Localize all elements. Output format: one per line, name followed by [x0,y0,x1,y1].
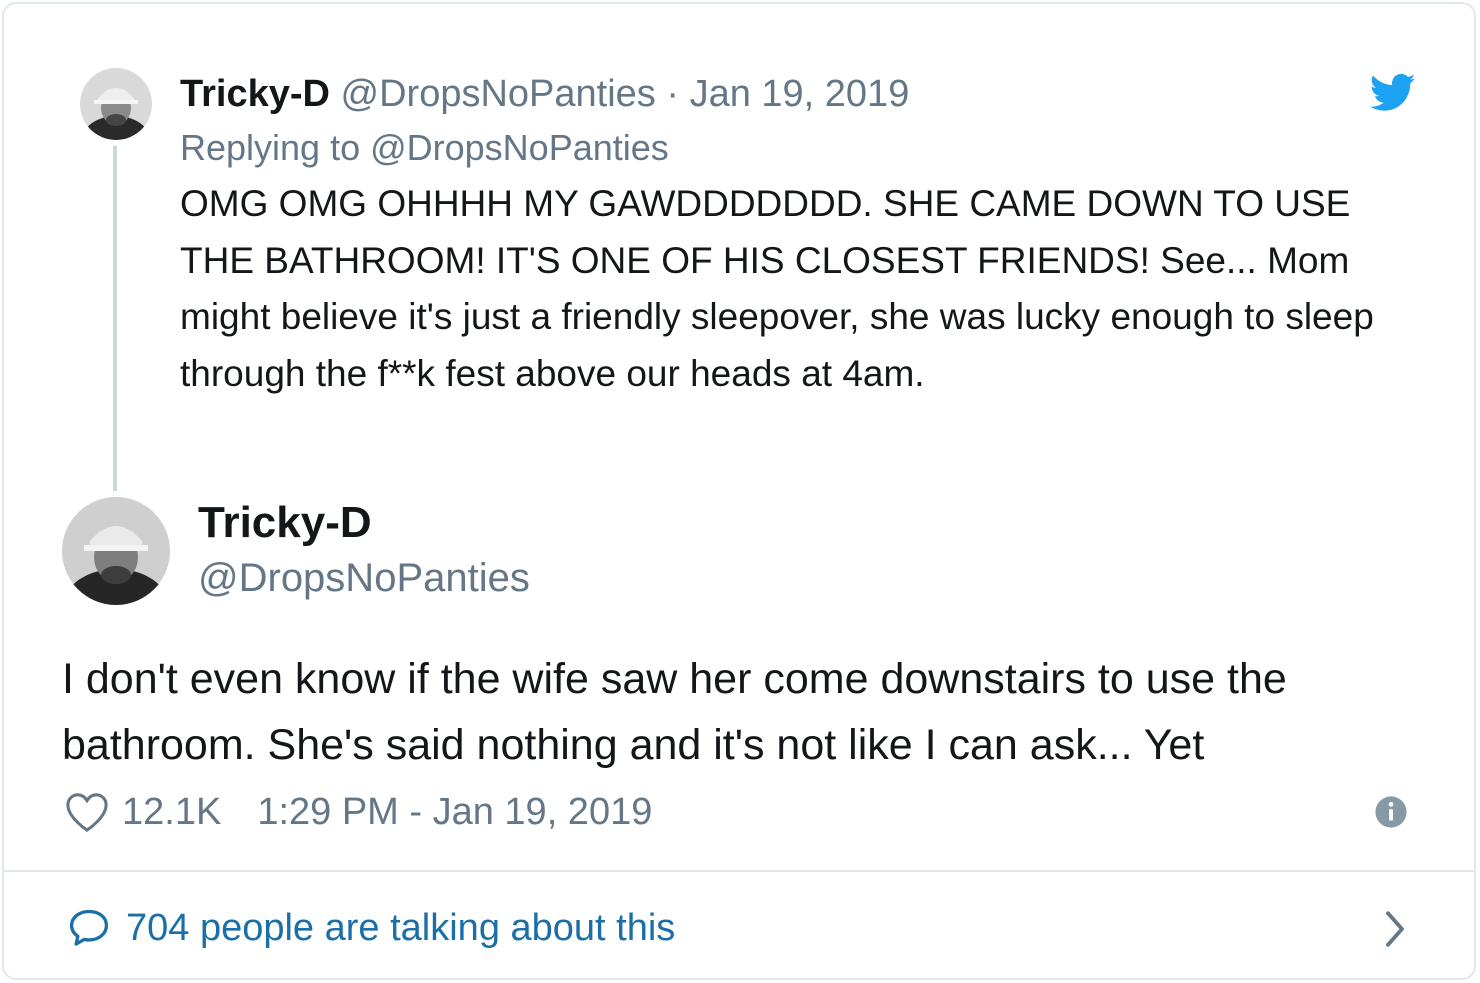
parent-tweet-header: Tricky-D @DropsNoPanties · Jan 19, 2019 [180,72,909,116]
replying-to-line: Replying to @DropsNoPanties [180,126,669,170]
parent-avatar[interactable] [80,68,152,140]
main-author-name[interactable]: Tricky-D [198,496,372,550]
like-count[interactable]: 12.1K [122,791,221,834]
replying-prefix: Replying to [180,127,371,168]
parent-tweet-text: OMG OMG OHHHH MY GAWDDDDDDD. SHE CAME DO… [180,183,1374,394]
talking-about-text[interactable]: 704 people are talking about this [126,907,675,950]
conversation-link[interactable]: 704 people are talking about this [66,900,675,956]
replying-handle-link[interactable]: @DropsNoPanties [370,127,669,168]
info-icon[interactable] [1374,795,1408,829]
footer-divider [4,870,1474,872]
main-author-handle[interactable]: @DropsNoPanties [198,552,530,604]
main-avatar[interactable] [62,497,170,605]
parent-tweet-date[interactable]: Jan 19, 2019 [690,73,910,115]
tweet-timestamp[interactable]: 1:29 PM - Jan 19, 2019 [257,791,652,834]
parent-author-name[interactable]: Tricky-D [180,73,330,115]
main-tweet-text: I don't even know if the wife saw her co… [62,655,1287,769]
parent-author-handle[interactable]: @DropsNoPanties [341,73,656,115]
tweet-meta-row: 12.1K 1:29 PM - Jan 19, 2019 [64,786,652,838]
twitter-bird-icon[interactable] [1370,72,1416,114]
parent-separator: · [655,73,690,115]
speech-bubble-icon [69,909,109,946]
chevron-right-icon[interactable] [1380,908,1410,950]
tweet-embed-card: Tricky-D @DropsNoPanties · Jan 19, 2019 … [2,2,1476,980]
heart-icon[interactable] [64,791,110,833]
thread-connector-line [113,146,117,491]
